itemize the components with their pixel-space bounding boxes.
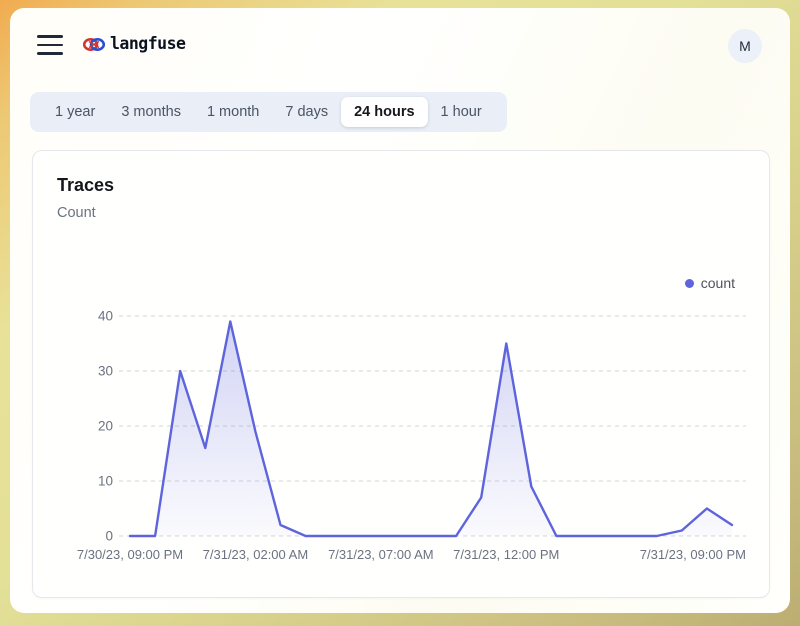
svg-text:10: 10 bbox=[98, 474, 113, 489]
time-range-tabs: 1 year 3 months 1 month 7 days 24 hours … bbox=[30, 92, 507, 132]
tab-1-hour[interactable]: 1 hour bbox=[428, 97, 495, 127]
tab-1-year[interactable]: 1 year bbox=[42, 97, 108, 127]
legend-dot bbox=[685, 279, 694, 288]
app-panel: langfuse M 1 year 3 months 1 month 7 day… bbox=[10, 8, 790, 613]
tab-24-hours[interactable]: 24 hours bbox=[341, 97, 427, 127]
svg-text:7/31/23, 09:00 PM: 7/31/23, 09:00 PM bbox=[640, 547, 746, 562]
card-subtitle: Count bbox=[57, 205, 96, 221]
traces-card: Traces Count count 0 10 20 30 40 7/30/23, 09:… bbox=[32, 150, 770, 598]
traces-chart-area[interactable]: 0 10 20 30 40 7/30/23, 09:00 PM 7/31/23, 02:00… bbox=[49, 306, 755, 572]
tab-7-days[interactable]: 7 days bbox=[272, 97, 341, 127]
tab-3-months[interactable]: 3 months bbox=[108, 97, 194, 127]
traces-chart[interactable]: 0 10 20 30 40 7/30/23, 09:00 PM 7/31/23, 02:00… bbox=[49, 306, 755, 572]
svg-text:0: 0 bbox=[105, 529, 113, 544]
svg-text:7/31/23, 07:00 AM: 7/31/23, 07:00 AM bbox=[328, 547, 434, 562]
window-frame: langfuse M 1 year 3 months 1 month 7 day… bbox=[0, 0, 800, 626]
hamburger-icon bbox=[37, 35, 63, 38]
svg-text:20: 20 bbox=[98, 419, 113, 434]
card-title: Traces bbox=[57, 175, 114, 196]
svg-text:7/31/23, 02:00 AM: 7/31/23, 02:00 AM bbox=[203, 547, 309, 562]
svg-text:7/31/23, 12:00 PM: 7/31/23, 12:00 PM bbox=[453, 547, 559, 562]
hamburger-menu-button[interactable] bbox=[37, 34, 63, 56]
legend-count-label: count bbox=[701, 275, 735, 291]
chart-legend: count bbox=[685, 275, 735, 291]
tab-1-month[interactable]: 1 month bbox=[194, 97, 272, 127]
user-avatar[interactable]: M bbox=[728, 29, 762, 63]
svg-text:7/30/23, 09:00 PM: 7/30/23, 09:00 PM bbox=[77, 547, 183, 562]
app-title: langfuse bbox=[110, 34, 185, 53]
svg-text:40: 40 bbox=[98, 309, 113, 324]
langfuse-logo-icon bbox=[83, 36, 105, 53]
svg-text:30: 30 bbox=[98, 364, 113, 379]
